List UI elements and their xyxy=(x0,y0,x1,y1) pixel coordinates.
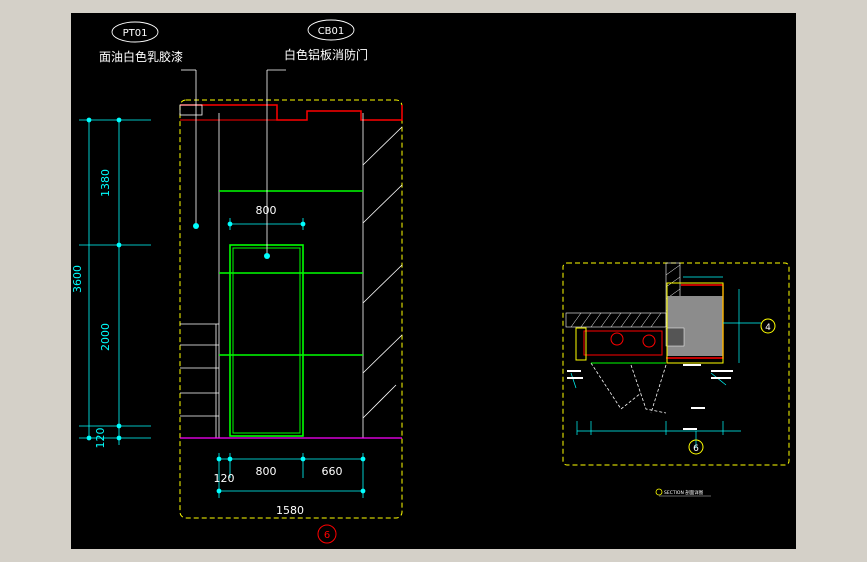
dim-800: 800 xyxy=(256,465,277,478)
bottom-dimensions xyxy=(216,218,366,498)
plan-fixture-2 xyxy=(642,334,656,348)
plan-marker-right: 4 xyxy=(765,323,771,333)
drawing-svg: PT01 CB01 面油白色乳胶漆 白色铝板消防门 3600 1380 2000… xyxy=(71,19,790,544)
plan-boundary xyxy=(562,262,790,466)
plan-wall-hatch xyxy=(565,262,681,328)
leader-dot-right xyxy=(264,253,270,259)
plan-marker-bottom: 6 xyxy=(693,444,699,454)
note-paint: 面油白色乳胶漆 xyxy=(99,49,183,64)
left-ledges xyxy=(180,323,219,438)
plan-shaft xyxy=(667,296,723,356)
note-fire-door: 白色铝板消防门 xyxy=(284,47,368,62)
plan-leaders xyxy=(567,364,733,430)
dim-800-top: 800 xyxy=(256,204,277,217)
drawing-canvas[interactable]: PT01 CB01 面油白色乳胶漆 白色铝板消防门 3600 1380 2000… xyxy=(71,13,796,549)
dim-120-horizontal: 120 xyxy=(214,472,235,485)
plan-fixture-1 xyxy=(610,332,624,346)
elevation-marker: 6 xyxy=(324,530,330,541)
dim-1380: 1380 xyxy=(99,169,112,197)
elevation-boundary xyxy=(179,99,403,519)
tag-pt01: PT01 xyxy=(123,28,148,39)
plan-drawing: 4 6 SECTION 剖面详图 xyxy=(562,262,790,497)
tag-cb01: CB01 xyxy=(318,26,345,37)
dim-660: 660 xyxy=(322,465,343,478)
dim-2000: 2000 xyxy=(99,323,112,351)
elevation-drawing: PT01 CB01 面油白色乳胶漆 白色铝板消防门 3600 1380 2000… xyxy=(71,19,403,544)
plan-caption-marker xyxy=(655,488,663,496)
ceiling-section xyxy=(180,104,403,121)
plan-caption: SECTION 剖面详图 xyxy=(664,489,704,496)
right-wall-hatch xyxy=(362,126,403,419)
plan-inner-section xyxy=(583,330,663,356)
ceiling-detail xyxy=(179,104,203,116)
cad-window: PT01 CB01 面油白色乳胶漆 白色铝板消防门 3600 1380 2000… xyxy=(0,0,867,562)
dim-120-vertical: 120 xyxy=(94,428,107,449)
dim-1580: 1580 xyxy=(276,504,304,517)
plan-block xyxy=(665,327,685,347)
plan-door-swings xyxy=(590,362,667,414)
left-dimensions xyxy=(79,117,151,445)
leader-dot-left xyxy=(193,223,199,229)
dim-3600: 3600 xyxy=(71,265,84,293)
fire-door xyxy=(219,190,363,437)
